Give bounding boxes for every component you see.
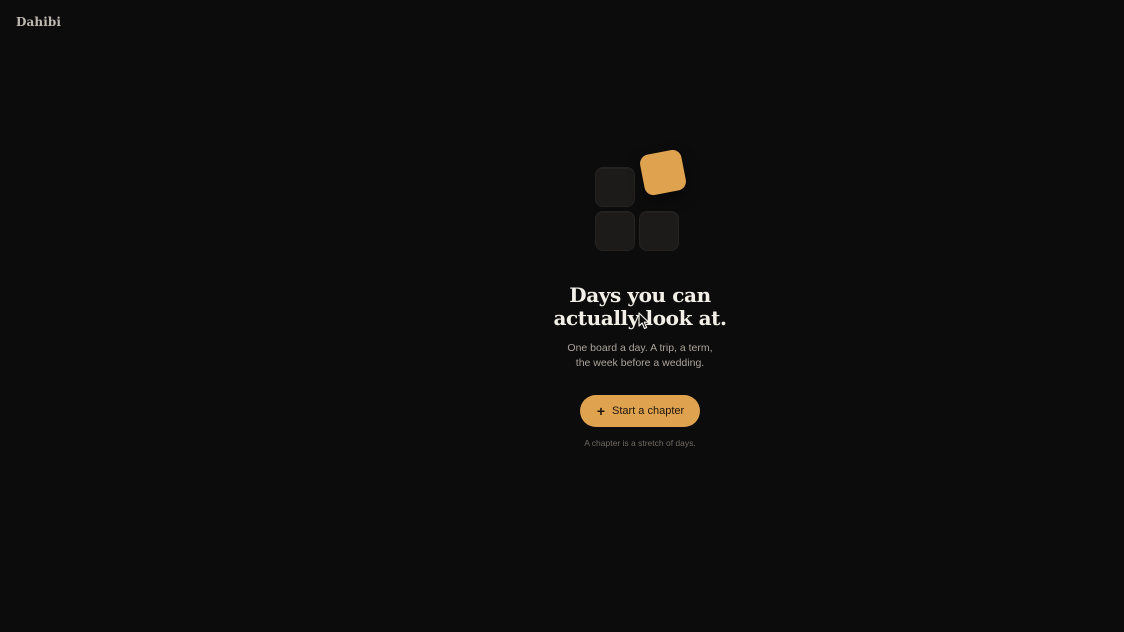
subtitle-line-1: One board a day. A trip, a term, [567, 342, 713, 354]
mouse-pointer-icon [638, 312, 650, 330]
start-chapter-label: Start a chapter [612, 405, 685, 417]
tile-accent-tilted [638, 148, 688, 197]
brand-logo[interactable]: Dahibi [16, 15, 61, 29]
start-chapter-button[interactable]: + Start a chapter [579, 395, 701, 427]
tile-bottom-left [595, 211, 635, 251]
headline-line-1: Days you can [569, 283, 711, 307]
plus-icon: + [596, 403, 606, 419]
subtitle-line-2: the week before a wedding. [575, 357, 705, 369]
chapter-hint: A chapter is a stretch of days. [584, 438, 696, 448]
empty-state-hero: Days you can actually look at. One board… [540, 148, 740, 448]
hero-subtitle: One board a day. A trip, a term, the wee… [540, 341, 740, 371]
tile-top-left [595, 167, 635, 207]
board-tiles-illustration [540, 148, 740, 254]
tile-bottom-right [639, 211, 679, 251]
